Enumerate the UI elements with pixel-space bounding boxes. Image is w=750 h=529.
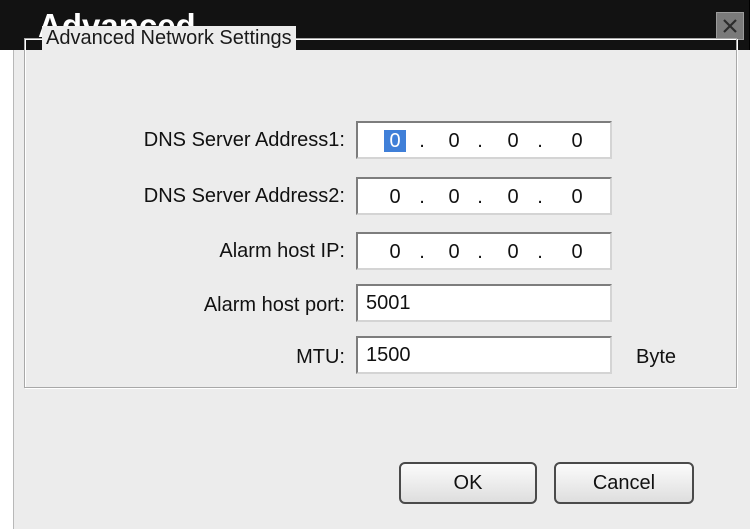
dns2-label: DNS Server Address2: (143, 185, 345, 207)
ip-octet[interactable]: 0 (566, 130, 588, 152)
mtu-value: 1500 (366, 344, 411, 366)
dns2-ip-input[interactable]: 0 . 0 . 0 . 0 (356, 177, 612, 215)
ip-dot: . (477, 130, 483, 152)
ip-octet[interactable]: 0 (384, 130, 406, 152)
ip-dot: . (419, 130, 425, 152)
ip-octet[interactable]: 0 (443, 241, 465, 263)
ip-dot: . (477, 186, 483, 208)
mtu-unit: Byte (636, 346, 677, 368)
ip-octet[interactable]: 0 (384, 186, 406, 208)
ip-octet[interactable]: 0 (443, 130, 465, 152)
close-button[interactable] (716, 12, 744, 40)
alarm-host-port-label: Alarm host port: (203, 294, 345, 316)
ip-octet[interactable]: 0 (502, 241, 524, 263)
mtu-label: MTU: (296, 346, 345, 368)
alarm-host-port-value: 5001 (366, 292, 411, 314)
ip-octet[interactable]: 0 (502, 186, 524, 208)
mtu-input[interactable]: 1500 (356, 336, 612, 374)
ip-octet[interactable]: 0 (566, 186, 588, 208)
group-title: Advanced Network Settings (42, 26, 296, 50)
ok-button[interactable]: OK (399, 462, 537, 504)
ip-octet[interactable]: 0 (443, 186, 465, 208)
ip-octet[interactable]: 0 (502, 130, 524, 152)
close-icon (723, 19, 737, 33)
alarm-host-ip-input[interactable]: 0 . 0 . 0 . 0 (356, 232, 612, 270)
ip-dot: . (419, 241, 425, 263)
alarm-host-ip-label: Alarm host IP: (219, 240, 345, 262)
dns1-label: DNS Server Address1: (143, 129, 345, 151)
ip-dot: . (419, 186, 425, 208)
ip-dot: . (477, 241, 483, 263)
cancel-button[interactable]: Cancel (554, 462, 694, 504)
ip-dot: . (537, 241, 543, 263)
ip-dot: . (537, 130, 543, 152)
alarm-host-port-input[interactable]: 5001 (356, 284, 612, 322)
ip-dot: . (537, 186, 543, 208)
ip-octet[interactable]: 0 (566, 241, 588, 263)
advanced-dialog: Advanced Advanced Network Settings DNS S… (0, 0, 750, 529)
dns1-ip-input[interactable]: 0 . 0 . 0 . 0 (356, 121, 612, 159)
ip-octet[interactable]: 0 (384, 241, 406, 263)
